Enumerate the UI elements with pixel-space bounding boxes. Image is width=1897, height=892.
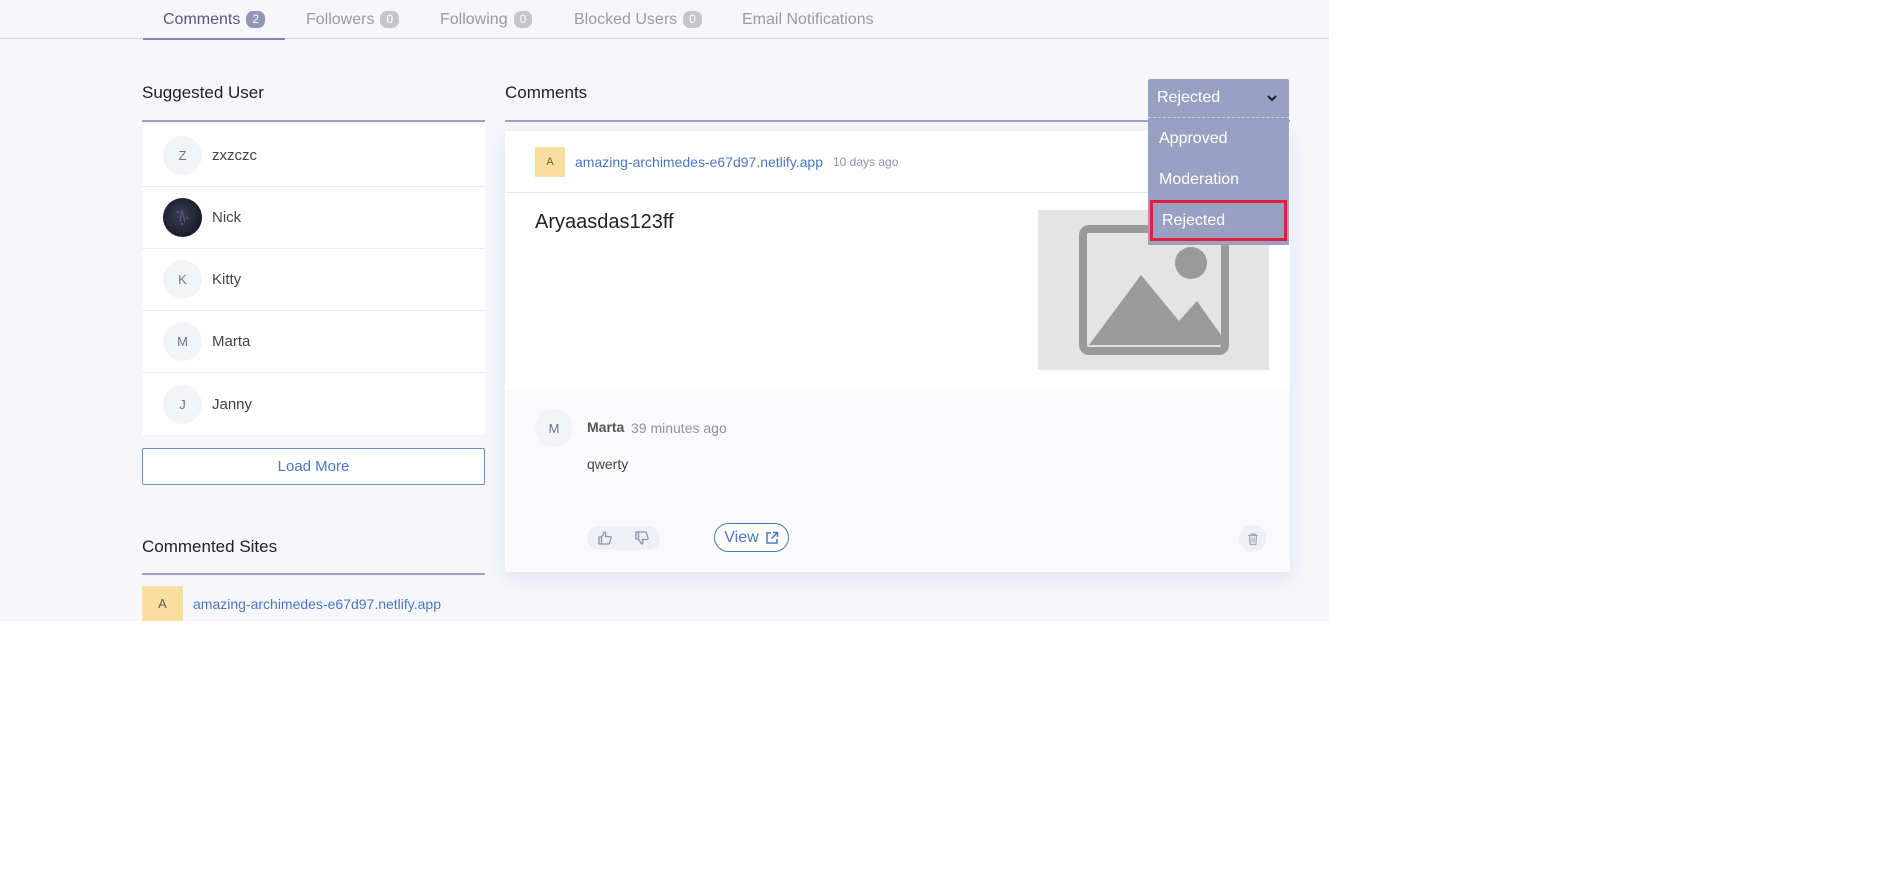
list-item[interactable]: K Kitty: [142, 249, 485, 311]
avatar-photo-icon: [177, 209, 188, 225]
user-name: zxzczc: [212, 147, 257, 164]
tab-followers[interactable]: Followers 0: [306, 0, 400, 39]
divider: [142, 120, 485, 122]
avatar: M: [163, 322, 202, 361]
vote-group: [587, 526, 660, 550]
tab-label: Email Notifications: [742, 10, 874, 28]
count-badge: 0: [513, 11, 533, 28]
view-label: View: [724, 528, 759, 546]
profile-page: Comments 2 Followers 0 Following 0 Block…: [0, 0, 1329, 621]
list-item[interactable]: J Janny: [142, 373, 485, 435]
user-name: Marta: [212, 333, 251, 350]
site-avatar: A: [142, 586, 183, 621]
view-button[interactable]: View: [714, 523, 789, 552]
tab-blocked-users[interactable]: Blocked Users 0: [574, 0, 702, 39]
tab-label: Following: [440, 10, 508, 28]
reply-text: qwerty: [587, 456, 629, 472]
user-name: Janny: [212, 395, 253, 413]
status-filter-menu: Approved Moderation Rejected: [1148, 117, 1289, 245]
list-item[interactable]: M Marta: [142, 311, 485, 373]
list-item: A amazing-archimedes-e67d97.netlify.app: [142, 586, 441, 621]
count-badge: 0: [683, 11, 702, 28]
list-item[interactable]: Nick: [142, 187, 485, 249]
menu-item-moderation[interactable]: Moderation: [1148, 159, 1289, 200]
count-badge: 0: [380, 11, 400, 28]
list-item[interactable]: Z zxzczc: [142, 125, 485, 187]
user-name: Nick: [212, 209, 242, 226]
avatar: M: [535, 409, 573, 447]
divider: [142, 573, 485, 575]
thumbs-down-icon: [635, 531, 649, 545]
trash-icon: [1247, 532, 1258, 545]
timestamp: 10 days ago: [833, 154, 899, 169]
commented-sites-title: Commented Sites: [142, 537, 278, 556]
upvote-button[interactable]: [593, 527, 617, 549]
delete-button[interactable]: [1239, 525, 1266, 552]
avatar: K: [163, 260, 202, 299]
tab-comments[interactable]: Comments 2: [142, 0, 286, 40]
menu-item-approved[interactable]: Approved: [1148, 118, 1289, 159]
downvote-button[interactable]: [630, 527, 654, 549]
suggested-user-list: Z zxzczc Nick K Kitty M Marta J Janny: [142, 125, 485, 435]
site-link[interactable]: amazing-archimedes-e67d97.netlify.app: [575, 154, 823, 170]
reply: M Marta 39 minutes ago qwerty View: [505, 390, 1290, 572]
post-title: Aryaasdas123ff: [535, 211, 674, 233]
comments-title: Comments: [505, 83, 588, 102]
tab-email-notifications[interactable]: Email Notifications: [742, 0, 874, 39]
tab-following[interactable]: Following 0: [440, 0, 533, 39]
reply-author[interactable]: Marta: [587, 419, 624, 435]
selected-status: Rejected: [1157, 89, 1221, 106]
avatar: J: [163, 384, 202, 424]
tab-label: Followers: [306, 10, 375, 28]
suggested-user-title: Suggested User: [142, 83, 264, 102]
thumbs-up-icon: [598, 531, 612, 545]
chevron-down-icon: [1267, 95, 1277, 102]
reply-timestamp: 39 minutes ago: [631, 420, 727, 436]
user-name: Kitty: [212, 271, 242, 288]
avatar: Z: [163, 136, 202, 175]
site-avatar: A: [535, 146, 565, 177]
tab-label: Comments: [163, 10, 241, 28]
count-badge: 2: [246, 11, 266, 28]
load-more-button[interactable]: Load More: [142, 448, 485, 485]
profile-tabs: Comments 2 Followers 0 Following 0 Block…: [0, 0, 1329, 40]
site-link[interactable]: amazing-archimedes-e67d97.netlify.app: [193, 596, 441, 612]
tab-label: Blocked Users: [574, 10, 678, 28]
external-link-icon: [765, 531, 778, 544]
avatar: [163, 198, 202, 237]
menu-item-rejected[interactable]: Rejected: [1150, 200, 1287, 241]
status-filter-dropdown[interactable]: Rejected: [1148, 79, 1289, 117]
